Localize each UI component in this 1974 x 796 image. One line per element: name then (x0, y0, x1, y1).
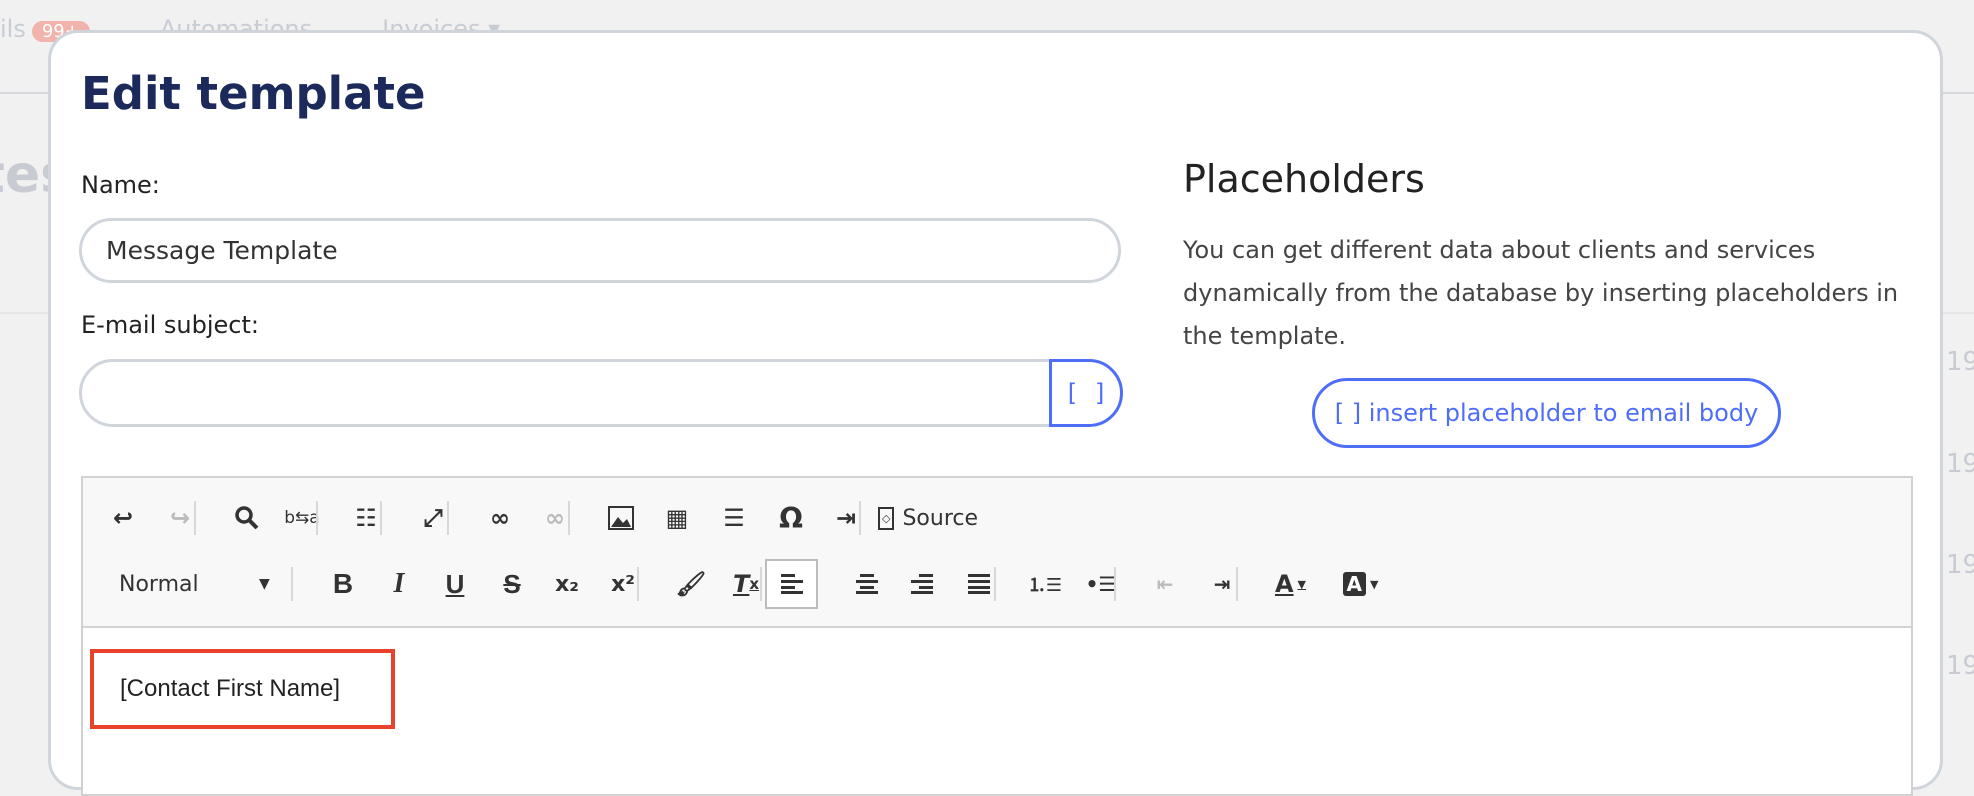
image-icon[interactable] (601, 498, 641, 538)
background-row-value: 19 (1946, 449, 1974, 479)
placeholders-heading: Placeholders (1183, 157, 1425, 201)
align-center-button[interactable] (847, 564, 887, 604)
separator (291, 567, 293, 601)
format-select[interactable]: Normal ▼ (119, 564, 279, 604)
edit-template-modal: Edit template Name: Message Template E-m… (48, 30, 1943, 796)
separator (568, 501, 570, 535)
modal-title: Edit template (81, 67, 426, 120)
align-right-button[interactable] (902, 564, 942, 604)
separator (447, 501, 449, 535)
subject-label: E-mail subject: (81, 311, 259, 339)
background-row-value: 19 (1946, 651, 1974, 681)
separator (316, 501, 318, 535)
italic-button[interactable]: I (379, 564, 419, 604)
undo-icon[interactable]: ↩ (103, 498, 143, 538)
horizontal-line-icon[interactable]: ☰ (714, 498, 754, 538)
special-character-icon[interactable]: Ω (771, 498, 811, 538)
name-input[interactable]: Message Template (79, 218, 1121, 283)
underline-button[interactable]: U (435, 564, 475, 604)
subscript-button[interactable]: x₂ (547, 564, 587, 604)
name-label: Name: (81, 171, 160, 199)
editor-content-placeholder-token[interactable]: [Contact First Name] (90, 649, 395, 729)
source-label: Source (902, 505, 979, 531)
separator (380, 501, 382, 535)
bold-button[interactable]: B (323, 564, 363, 604)
source-button[interactable]: ◇ Source (878, 498, 978, 538)
strikethrough-button[interactable]: S (492, 564, 532, 604)
chevron-down-icon: ▼ (259, 576, 270, 592)
separator (994, 567, 996, 601)
separator (859, 501, 861, 535)
link-icon[interactable]: ∞ (480, 498, 520, 538)
source-icon: ◇ (878, 506, 895, 530)
background-color-icon: A (1342, 572, 1366, 596)
rich-text-editor: ↩ ↪ b⇆a ☷ ⤢ ∞ ∞ ▦ ☰ Ω ⇥ ◇ Source Normal ▼ … (81, 476, 1913, 796)
justify-button[interactable] (959, 564, 999, 604)
numbered-list-icon[interactable]: ⒈☰ (1025, 564, 1065, 604)
text-color-button[interactable]: A ▼ (1263, 564, 1318, 604)
subject-input[interactable] (79, 359, 1079, 427)
separator (760, 567, 762, 601)
separator (637, 567, 639, 601)
table-icon[interactable]: ▦ (657, 498, 697, 538)
separator (194, 501, 196, 535)
insert-placeholder-body-button[interactable]: [ ] insert placeholder to email body (1312, 378, 1781, 448)
search-icon[interactable] (227, 498, 267, 538)
chevron-down-icon: ▼ (1297, 577, 1307, 591)
copy-formatting-icon[interactable]: 🖌︎ (671, 564, 711, 604)
separator (1236, 567, 1238, 601)
editor-toolbar: ↩ ↪ b⇆a ☷ ⤢ ∞ ∞ ▦ ☰ Ω ⇥ ◇ Source Normal ▼ … (83, 478, 1911, 628)
format-select-value: Normal (119, 571, 199, 597)
separator (1114, 567, 1116, 601)
align-left-button[interactable] (765, 559, 818, 609)
background-row-value: 19 (1946, 347, 1974, 377)
background-color-button[interactable]: A ▼ (1333, 564, 1388, 604)
placeholders-description: You can get different data about clients… (1183, 236, 1899, 350)
chevron-down-icon: ▼ (1370, 577, 1379, 591)
background-row-value: 19 (1946, 550, 1974, 580)
outdent-icon[interactable]: ⇤ (1145, 564, 1185, 604)
subject-insert-placeholder-button[interactable]: [ ] (1049, 359, 1123, 427)
